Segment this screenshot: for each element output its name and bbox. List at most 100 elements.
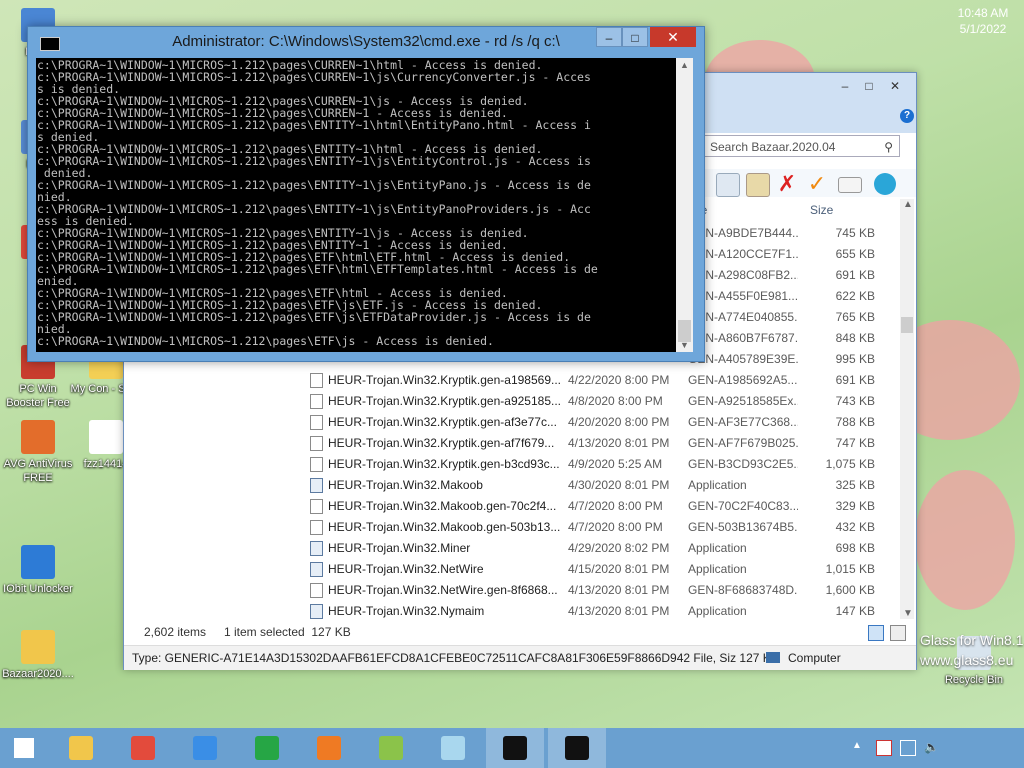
file-size: 655 KB xyxy=(835,247,875,261)
cmd-console[interactable]: c:\PROGRA~1\WINDOW~1\MICROS~1.212\pages\… xyxy=(36,58,676,352)
application-icon xyxy=(310,604,323,619)
help-icon[interactable]: ? xyxy=(900,109,914,123)
file-type: Application xyxy=(688,562,747,576)
file-row[interactable]: HEUR-Trojan.Win32.Makoob.gen-503b13... 4/… xyxy=(306,517,896,538)
file-size: 765 KB xyxy=(835,310,875,324)
minimize-icon[interactable]: – xyxy=(596,27,622,47)
taskbar-file-explorer[interactable] xyxy=(52,728,110,768)
taskbar-firefox-icon xyxy=(317,736,341,760)
file-size: 743 KB xyxy=(835,394,875,408)
item-count: 2,602 items xyxy=(144,625,207,639)
action-center-icon[interactable] xyxy=(876,740,892,756)
paste-icon[interactable] xyxy=(746,173,770,197)
close-icon[interactable]: ✕ xyxy=(882,77,908,95)
file-type: Application xyxy=(688,604,747,618)
taskbar-app-sun[interactable] xyxy=(176,728,234,768)
show-hidden-icons[interactable]: ▲ xyxy=(852,740,862,751)
search-icon[interactable]: ⚲ xyxy=(884,136,893,158)
network-icon[interactable] xyxy=(900,740,916,756)
taskbar-app-sun-icon xyxy=(193,736,217,760)
volume-icon[interactable]: 🔈 xyxy=(924,740,939,754)
watermark: Glass for Win8.1 www.glass8.eu xyxy=(920,630,1023,670)
cmd-window[interactable]: Administrator: C:\Windows\System32\cmd.e… xyxy=(27,26,705,362)
file-type: GEN-AF3E77C368... xyxy=(688,415,798,429)
minimize-icon[interactable]: – xyxy=(832,77,858,95)
file-icon xyxy=(310,583,323,598)
file-row[interactable]: HEUR-Trojan.Win32.Miner 4/29/2020 8:02 PM… xyxy=(306,538,896,559)
thumbnail-view-icon[interactable] xyxy=(890,625,906,641)
desktop-icon[interactable]: AVG AntiVirus FREE xyxy=(0,420,76,485)
file-row[interactable]: HEUR-Trojan.Win32.NetWire 4/15/2020 8:01 … xyxy=(306,559,896,580)
taskbar-notepadpp[interactable] xyxy=(362,728,420,768)
cmd-titlebar[interactable]: Administrator: C:\Windows\System32\cmd.e… xyxy=(28,27,704,57)
globe-icon[interactable] xyxy=(874,173,896,195)
clock-date: 5/1/2022 xyxy=(959,22,1007,36)
file-date: 4/15/2020 8:01 PM xyxy=(568,562,670,576)
file-name: HEUR-Trojan.Win32.Makoob xyxy=(328,478,483,492)
file-date: 4/20/2020 8:00 PM xyxy=(568,415,670,429)
maximize-icon[interactable]: □ xyxy=(622,27,648,47)
search-input[interactable]: Search Bazaar.2020.04 ⚲ xyxy=(704,135,900,157)
scroll-down-icon[interactable]: ▼ xyxy=(903,608,913,619)
scroll-up-icon[interactable]: ▲ xyxy=(903,199,913,210)
file-date: 4/8/2020 8:00 PM xyxy=(568,394,663,408)
details-view-icon[interactable] xyxy=(868,625,884,641)
clock[interactable]: 10:48 AM 5/1/2022 xyxy=(948,0,1018,40)
desktop-icon-label: PC Win Booster Free xyxy=(6,383,70,409)
file-row[interactable]: HEUR-Trojan.Win32.Nymaim 4/13/2020 8:01 P… xyxy=(306,601,896,622)
search-placeholder: Search Bazaar.2020.04 xyxy=(710,140,836,154)
file-size: 747 KB xyxy=(835,436,875,450)
taskbar-store[interactable] xyxy=(238,728,296,768)
taskbar-chrome[interactable] xyxy=(114,728,172,768)
file-size: 622 KB xyxy=(835,289,875,303)
rename-icon[interactable] xyxy=(838,177,862,193)
close-icon[interactable]: ✕ xyxy=(650,27,696,47)
file-row[interactable]: HEUR-Trojan.Win32.Kryptik.gen-a198569...… xyxy=(306,370,896,391)
file-name: HEUR-Trojan.Win32.Nymaim xyxy=(328,604,485,618)
taskbar-cmd-2[interactable] xyxy=(548,728,606,768)
taskbar-store-icon xyxy=(255,736,279,760)
maximize-icon[interactable]: □ xyxy=(856,77,882,95)
scroll-up-icon[interactable]: ▲ xyxy=(680,60,689,70)
file-row[interactable]: HEUR-Trojan.Win32.Kryptik.gen-af7f679...… xyxy=(306,433,896,454)
scrollbar-thumb[interactable] xyxy=(901,317,913,333)
file-icon xyxy=(310,436,323,451)
file-row[interactable]: HEUR-Trojan.Win32.Makoob 4/30/2020 8:01 P… xyxy=(306,475,896,496)
computer-icon xyxy=(766,652,780,663)
file-row[interactable]: HEUR-Trojan.Win32.Kryptik.gen-af3e77c...… xyxy=(306,412,896,433)
file-row[interactable]: HEUR-Trojan.Win32.NetWire.gen-8f6868... 4… xyxy=(306,580,896,601)
file-type: GEN-B3CD93C2E5... xyxy=(688,457,798,471)
copy-icon[interactable] xyxy=(716,173,740,197)
scroll-down-icon[interactable]: ▼ xyxy=(680,340,689,350)
desktop-icon[interactable]: IObit Unlocker xyxy=(0,545,76,596)
taskbar-cmd-1[interactable] xyxy=(486,728,544,768)
scrollbar-thumb[interactable] xyxy=(678,320,691,342)
selection-info: 1 item selected 127 KB xyxy=(224,625,351,639)
taskbar-firefox[interactable] xyxy=(300,728,358,768)
file-row[interactable]: HEUR-Trojan.Win32.Kryptik.gen-a925185...… xyxy=(306,391,896,412)
desktop-icon-label: Recycle Bin xyxy=(944,674,1004,686)
start-button[interactable] xyxy=(0,728,58,768)
application-icon xyxy=(310,478,323,493)
column-size[interactable]: Size xyxy=(810,203,833,217)
delete-icon[interactable]: ✗ xyxy=(776,173,798,195)
file-icon xyxy=(310,415,323,430)
file-size: 698 KB xyxy=(835,541,875,555)
file-row[interactable]: HEUR-Trojan.Win32.Kryptik.gen-b3cd93c...… xyxy=(306,454,896,475)
taskbar-notepadpp-icon xyxy=(379,736,403,760)
check-icon[interactable]: ✓ xyxy=(806,173,828,195)
file-type: GEN-AF7F679B025... xyxy=(688,436,798,450)
desktop-icon-image xyxy=(21,420,55,454)
file-date: 4/7/2020 8:00 PM xyxy=(568,499,663,513)
application-icon xyxy=(310,541,323,556)
file-row[interactable]: HEUR-Trojan.Win32.Makoob.gen-70c2f4... 4/… xyxy=(306,496,896,517)
file-date: 4/30/2020 8:01 PM xyxy=(568,478,670,492)
vertical-scrollbar[interactable]: ▲ ▼ xyxy=(900,199,914,619)
file-size: 848 KB xyxy=(835,331,875,345)
taskbar-notepad-icon xyxy=(441,736,465,760)
taskbar-cmd-2-icon xyxy=(565,736,589,760)
cmd-scrollbar[interactable]: ▲ ▼ xyxy=(676,58,693,352)
taskbar-notepad[interactable] xyxy=(424,728,482,768)
desktop-icon[interactable]: Bazaar2020.... xyxy=(0,630,76,681)
file-date: 4/29/2020 8:02 PM xyxy=(568,541,670,555)
